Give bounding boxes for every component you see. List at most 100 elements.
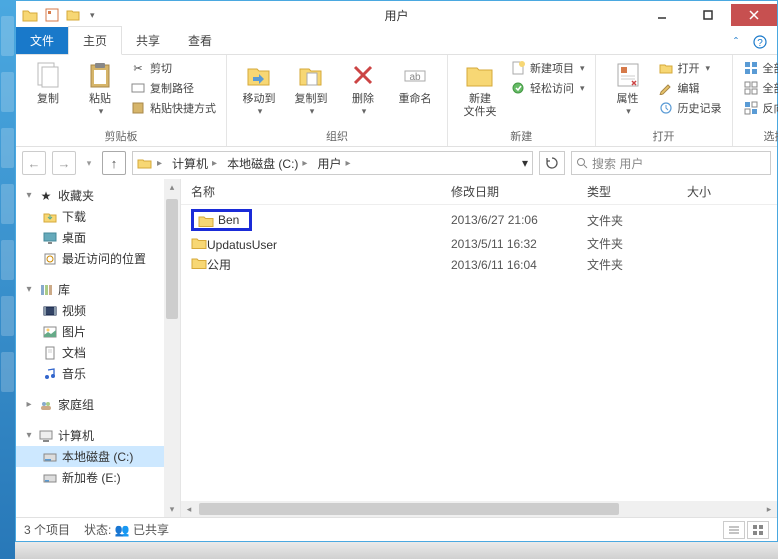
nav-item-pictures[interactable]: 图片	[16, 321, 180, 342]
breadcrumb[interactable]: ▸ 计算机▸ 本地磁盘 (C:)▸ 用户▸ ▾	[132, 151, 533, 175]
paste-shortcut-button[interactable]: 粘贴快捷方式	[128, 99, 218, 117]
body: ▾★收藏夹 下载 桌面 最近访问的位置 ▾库 视频 图片 文档 音乐 ▸家庭组 …	[16, 179, 777, 517]
breadcrumb-seg-0[interactable]: 计算机▸	[168, 152, 223, 174]
shortcut-icon	[130, 100, 146, 116]
breadcrumb-seg-2[interactable]: 用户▸	[313, 152, 356, 174]
file-row[interactable]: Ben 2013/6/27 21:06文件夹	[191, 207, 767, 233]
back-button[interactable]: ←	[22, 151, 46, 175]
history-button[interactable]: 历史记录	[656, 99, 724, 117]
homegroup-icon	[38, 397, 54, 413]
file-list: Ben 2013/6/27 21:06文件夹 UpdatusUser 2013/5/1…	[181, 205, 777, 501]
scissors-icon: ✂	[130, 60, 146, 76]
tab-home[interactable]: 主页	[68, 26, 122, 55]
ribbon: 复制 粘贴 ▾ ✂剪切 复制路径 粘贴快捷方式 剪贴板 移	[16, 55, 777, 147]
rename-button[interactable]: ab 重命名	[391, 59, 439, 106]
file-date: 2013/6/27 21:06	[451, 213, 587, 227]
file-row[interactable]: UpdatusUser2013/5/11 16:32文件夹	[191, 233, 767, 254]
nav-computer[interactable]: ▾计算机	[16, 425, 180, 446]
window-title: 用户	[384, 7, 408, 24]
cut-button[interactable]: ✂剪切	[128, 59, 218, 77]
download-icon	[42, 209, 58, 225]
close-button[interactable]	[731, 4, 777, 26]
breadcrumb-seg-1[interactable]: 本地磁盘 (C:)▸	[223, 152, 313, 174]
help-icon[interactable]: ?	[751, 33, 769, 51]
invert-selection-button[interactable]: 反向选择	[741, 99, 778, 117]
nav-scrollbar[interactable]: ▴ ▾	[164, 179, 180, 517]
select-none-button[interactable]: 全部取消	[741, 79, 778, 97]
file-name: UpdatusUser	[207, 238, 277, 252]
nav-history-dropdown[interactable]: ▾	[82, 158, 96, 169]
file-name: Ben	[218, 213, 239, 227]
paste-dropdown-icon[interactable]: ▾	[99, 106, 104, 117]
maximize-button[interactable]	[685, 4, 731, 26]
copy-path-button[interactable]: 复制路径	[128, 79, 218, 97]
select-all-icon	[743, 60, 759, 76]
invert-icon	[743, 100, 759, 116]
nav-item-downloads[interactable]: 下载	[16, 206, 180, 227]
tab-view[interactable]: 查看	[174, 27, 226, 54]
svg-text:ab: ab	[409, 72, 421, 83]
nav-item-recent[interactable]: 最近访问的位置	[16, 248, 180, 269]
file-type: 文件夹	[587, 212, 687, 229]
star-icon: ★	[38, 188, 54, 204]
scroll-left-icon[interactable]: ◂	[181, 504, 197, 515]
ribbon-group-select: 全部选择 全部取消 反向选择 选择	[733, 55, 778, 146]
nav-homegroup[interactable]: ▸家庭组	[16, 394, 180, 415]
nav-item-videos[interactable]: 视频	[16, 300, 180, 321]
refresh-button[interactable]	[539, 151, 565, 175]
hscroll-thumb[interactable]	[199, 503, 619, 515]
rename-icon: ab	[399, 59, 431, 91]
easy-access-button[interactable]: 轻松访问▾	[508, 79, 587, 97]
content-hscroll[interactable]: ◂ ▸	[181, 501, 777, 517]
select-all-button[interactable]: 全部选择	[741, 59, 778, 77]
up-button[interactable]: ↑	[102, 151, 126, 175]
qat-dropdown-icon[interactable]: ▾	[90, 10, 95, 21]
nav-item-desktop[interactable]: 桌面	[16, 227, 180, 248]
new-item-button[interactable]: 新建项目▾	[508, 59, 587, 77]
delete-button[interactable]: 删除▾	[339, 59, 387, 117]
breadcrumb-expand[interactable]: ▾	[518, 156, 532, 170]
nav-item-documents[interactable]: 文档	[16, 342, 180, 363]
scroll-down-icon[interactable]: ▾	[164, 501, 180, 517]
move-to-button[interactable]: 移动到▾	[235, 59, 283, 117]
nav-item-music[interactable]: 音乐	[16, 363, 180, 384]
ribbon-group-new: 新建 文件夹 新建项目▾ 轻松访问▾ 新建	[448, 55, 596, 146]
svg-text:?: ?	[757, 38, 763, 49]
scroll-right-icon[interactable]: ▸	[761, 504, 777, 515]
scroll-up-icon[interactable]: ▴	[164, 179, 180, 195]
edit-button[interactable]: 编辑	[656, 79, 724, 97]
copy-to-button[interactable]: 复制到▾	[287, 59, 335, 117]
breadcrumb-root-icon[interactable]: ▸	[133, 152, 168, 174]
qat-properties-icon[interactable]	[44, 7, 60, 23]
delete-icon	[347, 59, 379, 91]
search-input[interactable]: 搜索 用户	[571, 151, 771, 175]
properties-button[interactable]: 属性▾	[604, 59, 652, 117]
file-row[interactable]: 公用2013/6/11 16:04文件夹	[191, 254, 767, 275]
paste-button[interactable]: 粘贴 ▾	[76, 59, 124, 117]
forward-button[interactable]: →	[52, 151, 76, 175]
qat-newfolder-icon[interactable]	[66, 7, 82, 23]
col-type[interactable]: 类型	[587, 183, 687, 200]
view-details-button[interactable]	[723, 521, 745, 539]
file-date: 2013/5/11 16:32	[451, 237, 587, 251]
nav-item-disk-e[interactable]: 新加卷 (E:)	[16, 467, 180, 488]
nav-item-disk-c[interactable]: 本地磁盘 (C:)	[16, 446, 180, 467]
copy-button[interactable]: 复制	[24, 59, 72, 106]
new-folder-button[interactable]: 新建 文件夹	[456, 59, 504, 119]
nav-favorites[interactable]: ▾★收藏夹	[16, 185, 180, 206]
view-icons-button[interactable]	[747, 521, 769, 539]
content-area: 名称 修改日期 类型 大小 Ben 2013/6/27 21:06文件夹 Updat…	[181, 179, 777, 517]
ribbon-collapse-icon[interactable]: ˆ	[727, 33, 745, 51]
nav-libraries[interactable]: ▾库	[16, 279, 180, 300]
col-name[interactable]: 名称	[191, 183, 451, 200]
col-date[interactable]: 修改日期	[451, 183, 587, 200]
scroll-thumb[interactable]	[166, 199, 178, 319]
folder-icon	[22, 7, 38, 23]
recent-icon	[42, 251, 58, 267]
open-button[interactable]: 打开▾	[656, 59, 724, 77]
music-icon	[42, 366, 58, 382]
tab-file[interactable]: 文件	[16, 27, 68, 54]
col-size[interactable]: 大小	[687, 183, 767, 200]
tab-share[interactable]: 共享	[122, 27, 174, 54]
minimize-button[interactable]	[639, 4, 685, 26]
